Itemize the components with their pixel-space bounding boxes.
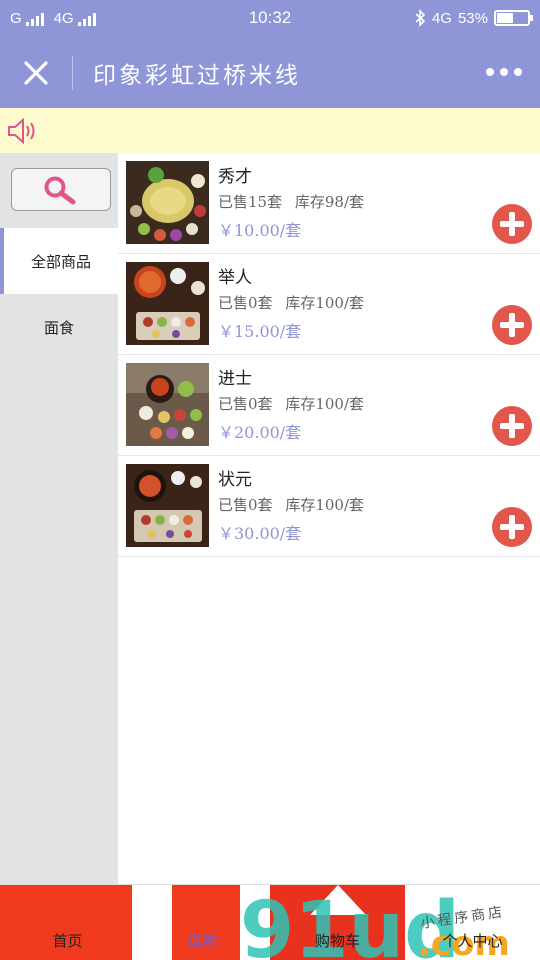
speaker-icon — [8, 117, 35, 145]
add-to-cart-button[interactable] — [492, 406, 532, 446]
product-stock: 库存100/套 — [285, 294, 365, 312]
tab-label: 购物车 — [314, 932, 360, 950]
tab-shop[interactable]: 选购 — [135, 885, 270, 960]
product-name: 秀才 — [218, 167, 252, 187]
add-to-cart-button[interactable] — [492, 305, 532, 345]
category-label: 全部商品 — [30, 252, 91, 271]
tab-label: 选购 — [187, 932, 218, 950]
tab-label: 个人中心 — [442, 932, 503, 950]
add-to-cart-button[interactable] — [492, 507, 532, 547]
tab-profile[interactable]: 个人中心 — [405, 885, 540, 960]
product-sold: 已售0套 — [218, 294, 273, 312]
product-sold: 已售0套 — [218, 496, 273, 514]
product-stats: 已售0套 库存100/套 — [218, 494, 364, 515]
page-title: 印象彩虹过桥米线 — [93, 63, 301, 89]
product-image — [126, 363, 209, 446]
bluetooth-icon — [415, 9, 426, 27]
product-image — [126, 464, 209, 547]
battery-percent: 53% — [457, 9, 488, 27]
search-button[interactable] — [11, 168, 111, 211]
more-icon — [514, 68, 522, 76]
product-name: 举人 — [218, 268, 252, 288]
product-name: 进士 — [218, 369, 252, 389]
category-noodles[interactable]: 面食 — [0, 294, 118, 360]
product-stats: 已售0套 库存100/套 — [218, 292, 364, 313]
product-price: ￥30.00/套 — [218, 524, 302, 543]
tab-label: 首页 — [52, 932, 83, 950]
product-stock: 库存100/套 — [285, 395, 365, 413]
title-bar: 印象彩虹过桥米线 — [0, 38, 540, 108]
product-list: 秀才 已售15套 库存98/套 ￥10.00/套 举人 已售0套 库存100/套… — [118, 153, 540, 557]
battery-fill — [497, 13, 513, 23]
product-image — [126, 262, 209, 345]
product-stats: 已售0套 库存100/套 — [218, 393, 364, 414]
product-stats: 已售15套 库存98/套 — [218, 191, 364, 212]
product-image — [126, 161, 209, 244]
product-name: 状元 — [218, 470, 252, 490]
category-sidebar: 全部商品 面食 — [0, 153, 118, 884]
tab-home[interactable]: 首页 — [0, 885, 135, 960]
more-icon — [500, 68, 508, 76]
add-to-cart-button[interactable] — [492, 204, 532, 244]
notice-bar — [0, 108, 540, 153]
product-item[interactable]: 状元 已售0套 库存100/套 ￥30.00/套 — [118, 456, 540, 557]
close-button[interactable] — [18, 55, 54, 91]
product-stock: 库存98/套 — [294, 193, 365, 211]
product-item[interactable]: 举人 已售0套 库存100/套 ￥15.00/套 — [118, 254, 540, 355]
close-icon — [24, 61, 48, 85]
more-icon — [486, 68, 494, 76]
product-item[interactable]: 秀才 已售15套 库存98/套 ￥10.00/套 — [118, 153, 540, 254]
search-icon — [44, 176, 76, 204]
product-price: ￥10.00/套 — [218, 221, 302, 240]
product-item[interactable]: 进士 已售0套 库存100/套 ￥20.00/套 — [118, 355, 540, 456]
product-stock: 库存100/套 — [285, 496, 365, 514]
status-right: 4G 53% — [414, 9, 533, 27]
title-divider — [72, 56, 73, 90]
product-price: ￥20.00/套 — [218, 423, 302, 442]
battery-icon — [494, 10, 533, 26]
right-network-label: 4G — [431, 9, 452, 27]
product-price: ￥15.00/套 — [218, 322, 302, 341]
category-all[interactable]: 全部商品 — [0, 228, 118, 294]
product-sold: 已售15套 — [218, 193, 283, 211]
product-sold: 已售0套 — [218, 395, 273, 413]
more-button[interactable] — [486, 62, 522, 82]
tab-cart[interactable]: 购物车 — [270, 885, 405, 960]
bottom-tab-bar: 91ud .com 小程序商店 首页 选购 购物车 个人中心 — [0, 884, 540, 960]
category-label: 面食 — [43, 318, 74, 337]
status-bar: G 4G 10:32 4G 53% — [0, 0, 540, 38]
